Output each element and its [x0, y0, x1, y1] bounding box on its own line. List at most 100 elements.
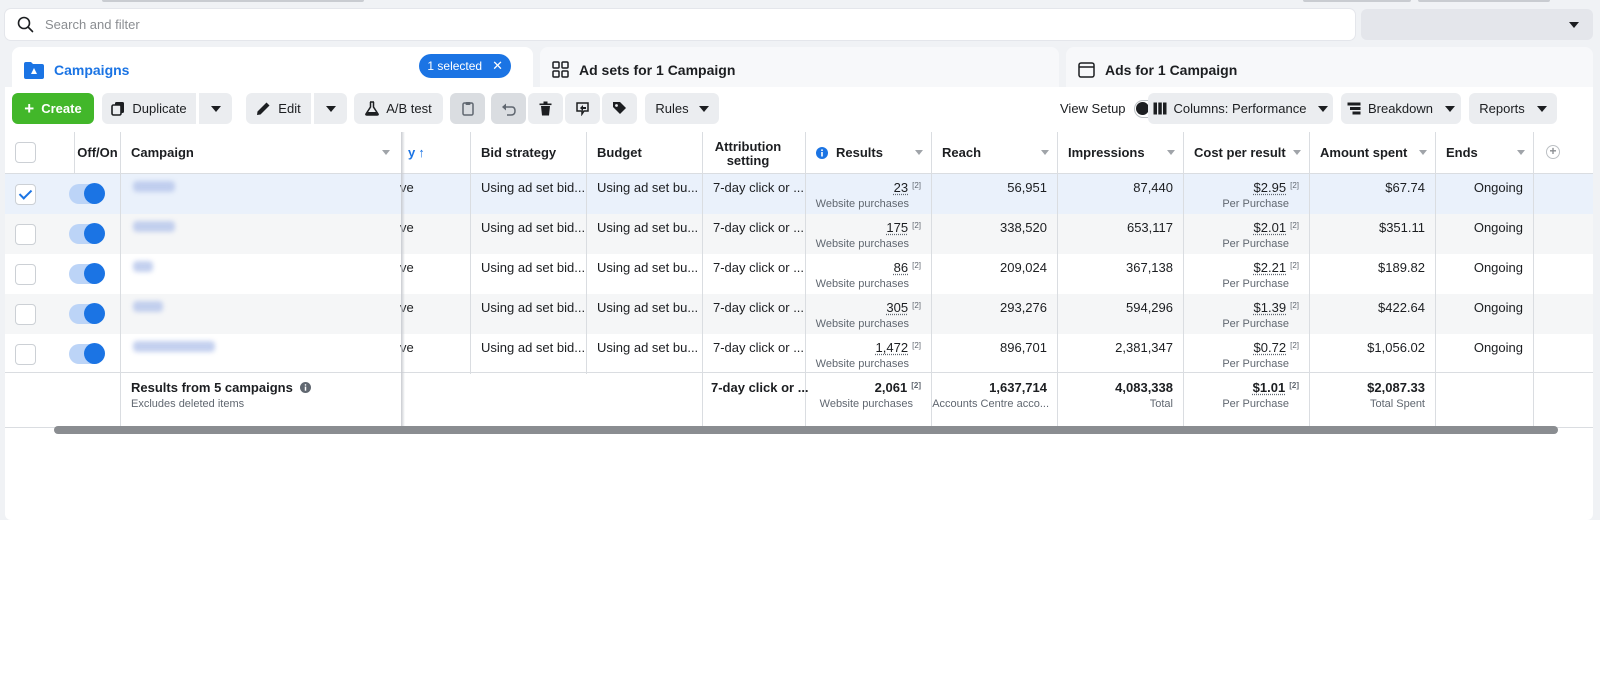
table-row[interactable]: ve Using ad set bid... Using ad set bu... 7… [5, 254, 1593, 294]
results-value: 305 [2] [886, 300, 921, 315]
columns-button[interactable]: Columns: Performance [1148, 93, 1333, 124]
create-button[interactable]: + Create [12, 93, 94, 124]
cost-per-result-number[interactable]: $2.21 [1254, 260, 1287, 275]
undo-icon [502, 103, 516, 116]
table-row[interactable]: ve Using ad set bid... Using ad set bu... 7… [5, 294, 1593, 334]
export-button[interactable] [565, 93, 600, 124]
selected-badge[interactable]: 1 selected ✕ [419, 54, 511, 78]
campaign-on-off-toggle[interactable] [69, 343, 105, 364]
close-icon[interactable]: ✕ [492, 58, 503, 74]
ends-value: Ongoing [1473, 180, 1523, 195]
column-header-bid-strategy[interactable]: Bid strategy [471, 132, 587, 174]
column-header-campaign[interactable]: Campaign [121, 132, 398, 174]
campaign-on-off-toggle[interactable] [69, 183, 105, 204]
export-icon [576, 102, 589, 116]
summary-cpr-cell: $1.01 [2] Per Purchase [1184, 373, 1310, 427]
table-row[interactable]: ve Using ad set bid... Using ad set bu... 7… [5, 334, 1593, 374]
chevron-down-icon [1445, 105, 1456, 112]
impressions-value: 594,296 [1126, 300, 1173, 315]
horizontal-scrollbar[interactable] [54, 426, 1558, 434]
cost-per-result-cell: $2.01 [2] Per Purchase [1184, 214, 1310, 254]
campaign-name-cell[interactable] [121, 334, 398, 374]
date-range-dropdown[interactable] [1361, 9, 1593, 40]
reports-button[interactable]: Reports [1469, 93, 1557, 124]
search-bar[interactable] [5, 9, 1355, 40]
campaign-on-off-toggle[interactable] [69, 303, 105, 324]
search-input[interactable] [45, 17, 945, 32]
campaign-name-cell[interactable] [121, 214, 398, 254]
column-label: Results [836, 145, 883, 160]
column-label: Attribution setting [714, 138, 782, 168]
tag-button[interactable] [602, 93, 637, 124]
undo-button[interactable] [491, 93, 526, 124]
column-header-attribution[interactable]: Attribution setting [703, 132, 806, 174]
cost-per-result-number[interactable]: $1.39 [1254, 300, 1287, 315]
column-header-off-on[interactable]: Off/On [75, 132, 121, 174]
tab-ad-sets[interactable]: Ad sets for 1 Campaign [540, 47, 1059, 92]
column-header-budget[interactable]: Budget [587, 132, 703, 174]
edit-button[interactable]: Edit [246, 93, 311, 124]
tab-ads[interactable]: Ads for 1 Campaign [1066, 47, 1593, 92]
results-number[interactable]: 86 [894, 260, 908, 275]
table-row[interactable]: ve Using ad set bid... Using ad set bu... 7… [5, 214, 1593, 254]
column-header-ends[interactable]: Ends [1436, 132, 1534, 174]
duplicate-dropdown-button[interactable] [199, 93, 232, 124]
table-row[interactable]: ve Using ad set bid... Using ad set bu... 7… [5, 174, 1593, 214]
impressions-value: 2,381,347 [1115, 340, 1173, 355]
results-number[interactable]: 23 [894, 180, 908, 195]
add-column-icon[interactable]: + [1546, 145, 1560, 159]
column-header-reach[interactable]: Reach [932, 132, 1058, 174]
summary-cell [5, 373, 121, 427]
flask-icon [365, 101, 380, 116]
bid-strategy-value: Using ad set bid... [481, 340, 586, 355]
bid-strategy-value: Using ad set bid... [481, 300, 586, 315]
attribution-value: 7-day click or ... [713, 260, 805, 275]
ends-value: Ongoing [1473, 340, 1523, 355]
tab-campaigns-label: Campaigns [54, 61, 130, 78]
rules-button[interactable]: Rules [645, 93, 719, 124]
campaign-name-cell[interactable] [121, 254, 398, 294]
row-checkbox[interactable] [15, 264, 36, 285]
results-number[interactable]: 175 [886, 220, 908, 235]
reach-value: 56,951 [1007, 180, 1047, 195]
campaign-on-off-toggle[interactable] [69, 223, 105, 244]
impressions-cell: 367,138 [1058, 254, 1184, 294]
results-number[interactable]: 1,472 [876, 340, 909, 355]
cost-per-result-number[interactable]: $2.95 [1254, 180, 1287, 195]
budget-value: Using ad set bu... [597, 180, 699, 195]
column-header-cost-per-result[interactable]: Cost per result [1184, 132, 1310, 174]
campaign-name-cell[interactable] [121, 174, 398, 214]
results-cell: 86 [2] Website purchases [806, 254, 932, 294]
delivery-cell: ve [398, 294, 471, 334]
breakdown-button[interactable]: Breakdown [1341, 93, 1461, 124]
row-checkbox[interactable] [15, 304, 36, 325]
campaign-name-cell[interactable] [121, 294, 398, 334]
results-number[interactable]: 305 [886, 300, 908, 315]
delete-button[interactable] [528, 93, 563, 124]
duplicate-button[interactable]: Duplicate [102, 93, 196, 124]
ab-test-button[interactable]: A/B test [354, 93, 443, 124]
cost-per-result-number[interactable]: $0.72 [1254, 340, 1287, 355]
campaign-on-off-toggle[interactable] [69, 263, 105, 284]
row-checkbox[interactable] [15, 344, 36, 365]
results-sub: Website purchases [815, 358, 909, 370]
summary-impressions-sub: Total [1149, 398, 1173, 410]
cost-per-result-cell: $1.39 [2] Per Purchase [1184, 294, 1310, 334]
breakdown-label: Breakdown [1367, 101, 1434, 116]
edit-dropdown-button[interactable] [314, 93, 347, 124]
summary-subtitle: Excludes deleted items [131, 398, 245, 410]
column-header-results[interactable]: Results [806, 132, 932, 174]
info-icon[interactable] [300, 382, 312, 393]
select-all-checkbox[interactable] [15, 142, 36, 163]
column-header-impressions[interactable]: Impressions [1058, 132, 1184, 174]
tab-campaigns[interactable]: Campaigns 1 selected ✕ [12, 47, 533, 92]
clipboard-button[interactable] [450, 93, 485, 124]
budget-cell: Using ad set bu... [587, 334, 703, 374]
column-header-amount-spent[interactable]: Amount spent [1310, 132, 1436, 174]
row-checkbox[interactable] [15, 224, 36, 245]
cost-per-result-number[interactable]: $2.01 [1254, 220, 1287, 235]
chevron-down-icon [698, 105, 709, 112]
row-checkbox[interactable] [15, 184, 36, 205]
column-header-delivery[interactable]: y ↑ [398, 132, 471, 174]
footnote-marker: [2] [912, 261, 921, 270]
